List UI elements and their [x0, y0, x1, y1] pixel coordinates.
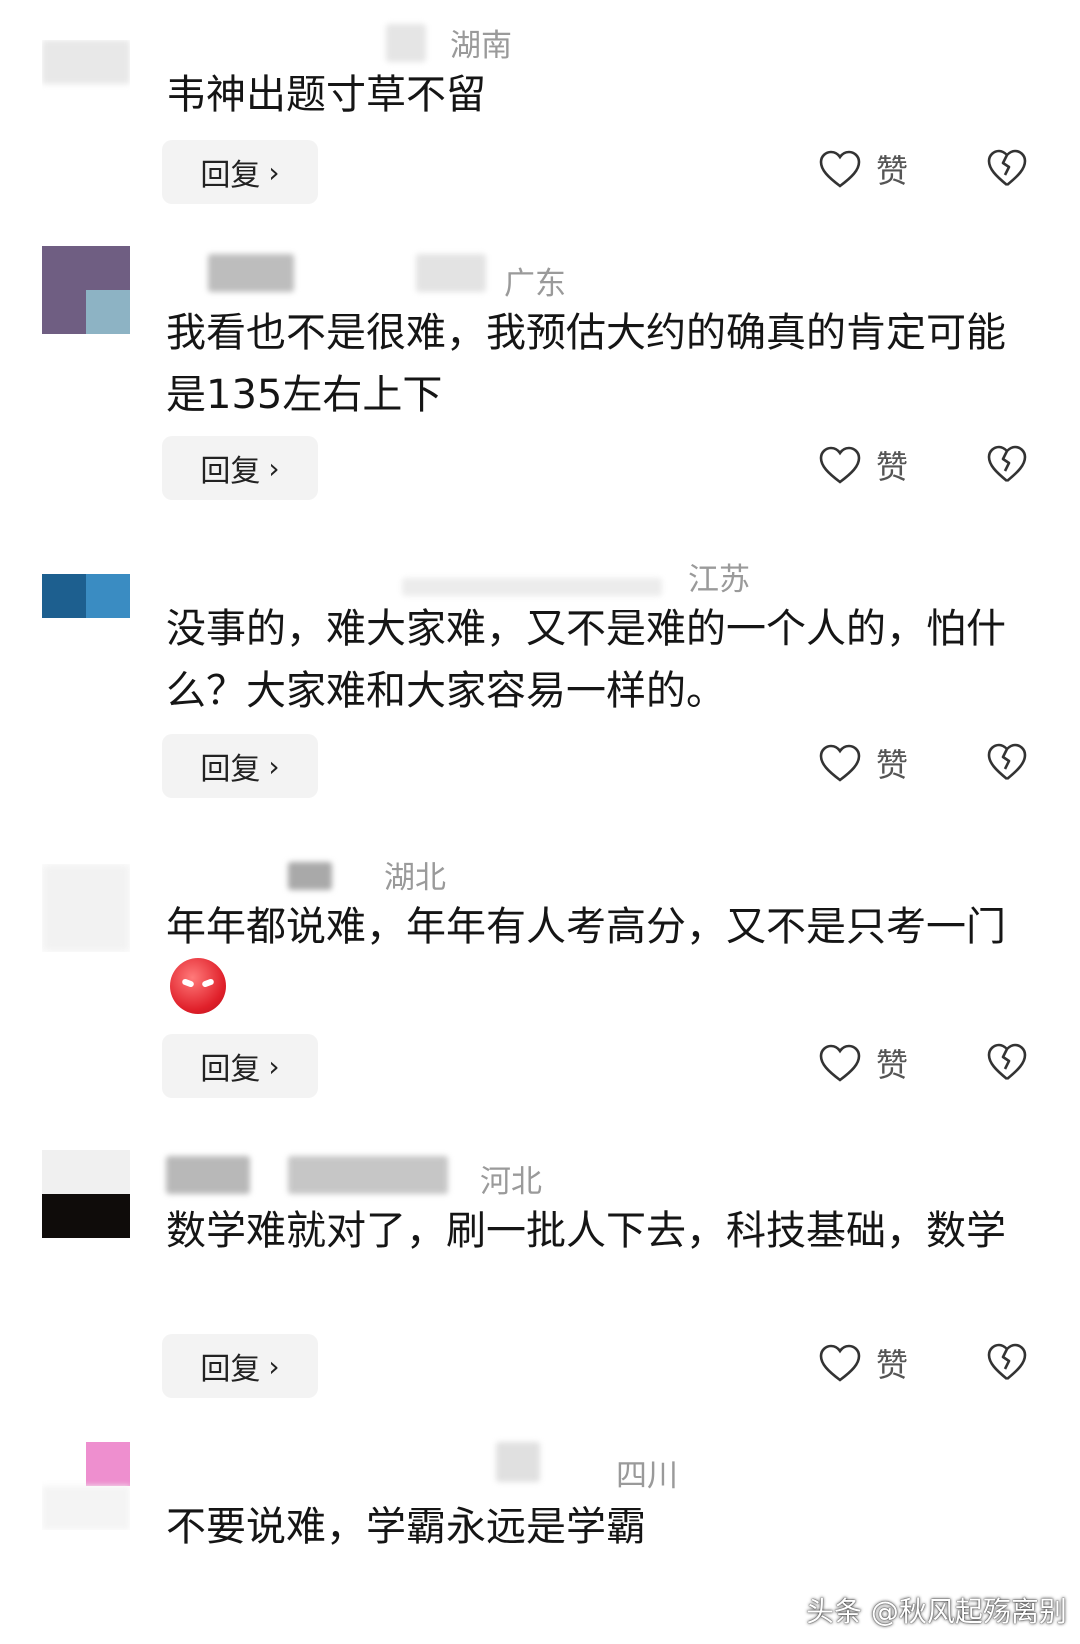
comment-text: 不要说难，学霸永远是学霸: [166, 1504, 646, 1550]
comment-text: 没事的，难大家难，又不是难的一个人的，怕什么？大家难和大家容易一样的。: [166, 606, 1006, 714]
comment-actions: 回复 › 赞: [0, 140, 1080, 204]
like-label: 赞: [876, 746, 909, 784]
username-blurred: [166, 1156, 250, 1194]
dislike-button[interactable]: [986, 1042, 1028, 1086]
comment-actions: 回复 › 赞: [0, 1034, 1080, 1098]
chevron-right-icon: ›: [268, 1049, 280, 1083]
time-blurred: [288, 1156, 448, 1194]
region-label: 广东: [504, 266, 566, 302]
broken-heart-icon: [987, 1343, 1027, 1381]
dislike-button[interactable]: [986, 1342, 1028, 1386]
comment-meta: 湖北: [166, 850, 866, 900]
username-blurred: [288, 862, 332, 890]
username-blurred: [402, 578, 662, 596]
avatar[interactable]: [42, 1150, 130, 1238]
username-blurred: [208, 254, 294, 292]
heart-outline-icon: [819, 1344, 861, 1382]
comment-text: 年年都说难，年年有人考高分，又不是只考一门: [166, 896, 1016, 1024]
heart-outline-icon: [819, 150, 861, 188]
comment-actions: 回复 › 赞: [0, 436, 1080, 500]
comment-actions: 回复 › 赞: [0, 1334, 1080, 1398]
heart-outline-icon: [819, 744, 861, 782]
comment-meta: 四川: [166, 1442, 866, 1494]
dislike-button[interactable]: [986, 742, 1028, 786]
time-blurred: [416, 254, 486, 292]
reply-button[interactable]: 回复 ›: [162, 140, 318, 204]
avatar[interactable]: [42, 864, 130, 952]
like-label: 赞: [876, 448, 909, 486]
avatar[interactable]: [42, 246, 130, 334]
watermark: 头条 @秋风起殇离别: [806, 1595, 1067, 1628]
chevron-right-icon: ›: [268, 1349, 280, 1383]
angry-face-icon: [170, 958, 226, 1014]
like-button[interactable]: 赞: [818, 146, 908, 192]
avatar[interactable]: [42, 574, 130, 662]
reply-label: 回复: [200, 752, 261, 787]
like-label: 赞: [876, 1346, 909, 1384]
heart-outline-icon: [819, 446, 861, 484]
broken-heart-icon: [987, 149, 1027, 187]
comment-text: 韦神出题寸草不留: [166, 72, 486, 118]
comment-meta: 江苏: [166, 552, 866, 602]
reply-label: 回复: [200, 454, 261, 489]
comment-list: 湖南 韦神出题寸草不留 回复 › 赞 广东 我看也不是很难，我预估大约的确真的肯…: [0, 0, 1080, 1644]
reply-button[interactable]: 回复 ›: [162, 1334, 318, 1398]
avatar[interactable]: [42, 1442, 130, 1530]
comment-meta: 河北: [166, 1150, 866, 1200]
like-label: 赞: [876, 1046, 909, 1084]
reply-label: 回复: [200, 1052, 261, 1087]
heart-outline-icon: [819, 1044, 861, 1082]
like-label: 赞: [876, 152, 909, 190]
chevron-right-icon: ›: [268, 155, 280, 189]
broken-heart-icon: [987, 445, 1027, 483]
region-label: 江苏: [688, 562, 750, 598]
like-button[interactable]: 赞: [818, 1040, 908, 1086]
comment-text-body: 年年都说难，年年有人考高分，又不是只考一门: [166, 904, 1006, 950]
region-label: 四川: [616, 1458, 678, 1494]
chevron-right-icon: ›: [268, 451, 280, 485]
username-blurred: [386, 24, 426, 62]
broken-heart-icon: [987, 743, 1027, 781]
comment-text: 我看也不是很难，我预估大约的确真的肯定可能是135左右上下: [166, 310, 1006, 418]
comment-actions: 回复 › 赞: [0, 734, 1080, 798]
username-blurred: [496, 1442, 540, 1482]
reply-button[interactable]: 回复 ›: [162, 1034, 318, 1098]
broken-heart-icon: [987, 1043, 1027, 1081]
comment-text: 数学难就对了，刷一批人下去，科技基础，数学: [166, 1208, 1006, 1254]
comment-meta: 湖南: [166, 18, 866, 68]
reply-button[interactable]: 回复 ›: [162, 436, 318, 500]
region-label: 湖北: [384, 860, 446, 896]
comment-meta: 广东: [166, 248, 866, 302]
dislike-button[interactable]: [986, 444, 1028, 488]
reply-label: 回复: [200, 158, 261, 193]
like-button[interactable]: 赞: [818, 442, 908, 488]
reply-label: 回复: [200, 1352, 261, 1387]
like-button[interactable]: 赞: [818, 1340, 908, 1386]
avatar[interactable]: [42, 40, 130, 128]
like-button[interactable]: 赞: [818, 740, 908, 786]
region-label: 河北: [480, 1164, 542, 1200]
reply-button[interactable]: 回复 ›: [162, 734, 318, 798]
dislike-button[interactable]: [986, 148, 1028, 192]
region-label: 湖南: [450, 28, 512, 64]
chevron-right-icon: ›: [268, 749, 280, 783]
